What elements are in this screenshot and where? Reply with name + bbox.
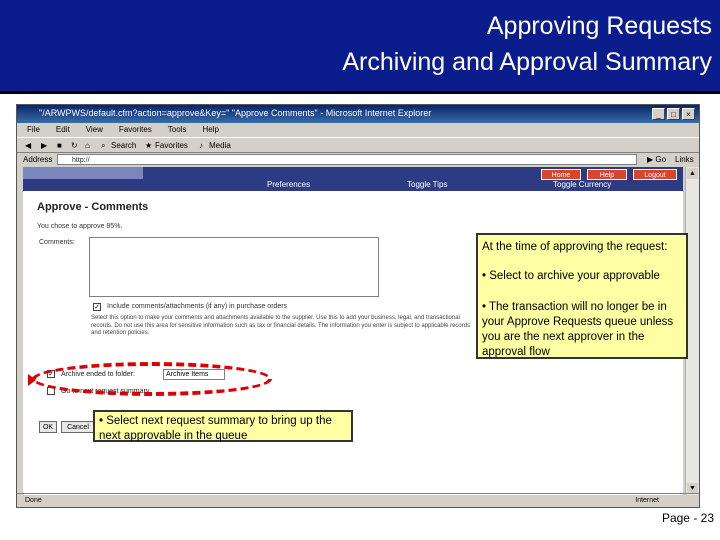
home-button[interactable]: Home <box>541 169 581 180</box>
comments-label: Comments: <box>39 239 75 246</box>
comments-textarea[interactable] <box>89 237 379 297</box>
include-comments-checkbox[interactable]: ✓ <box>93 303 101 311</box>
address-input[interactable]: http:// <box>57 154 637 165</box>
favorites-icon[interactable]: ★ <box>145 138 152 154</box>
menu-edit[interactable]: Edit <box>56 123 70 137</box>
menu-tools[interactable]: Tools <box>168 123 187 137</box>
address-bar: Address http:// ▶ Go Links <box>17 153 699 167</box>
next-summary-callout-text: • Select next request summary to bring u… <box>99 415 332 442</box>
app-nav-bar: Preferences Toggle Tips Toggle Currency … <box>23 167 683 191</box>
search-icon[interactable]: ⌕ <box>101 138 105 154</box>
cancel-button[interactable]: Cancel <box>61 421 95 433</box>
refresh-icon[interactable]: ↻ <box>71 138 78 154</box>
archive-callout: At the time of approving the request: • … <box>476 233 688 359</box>
go-button[interactable]: ▶ Go <box>647 153 666 167</box>
slide-title: Approving Requests <box>486 12 712 40</box>
include-comments-label: Include comments/attachments (if any) in… <box>107 303 288 310</box>
media-button[interactable]: Media <box>209 138 231 154</box>
logout-button[interactable]: Logout <box>633 169 677 180</box>
highlight-arrow-icon <box>28 374 36 386</box>
scroll-up-icon[interactable]: ▲ <box>687 168 698 179</box>
page-number: Page - 23 <box>661 511 714 525</box>
stop-icon[interactable]: ■ <box>57 138 62 154</box>
maximize-icon[interactable]: □ <box>667 108 680 120</box>
ok-button[interactable]: OK <box>39 421 57 433</box>
browser-toolbar: ◀ ▶ ■ ↻ ⌂ ⌕ Search ★ Favorites ♪ Media <box>17 137 699 153</box>
archive-callout-intro: At the time of approving the request: <box>482 241 668 253</box>
slide-header: Approving Requests Archiving and Approva… <box>0 0 720 94</box>
app-logo-area <box>23 167 143 179</box>
minimize-icon[interactable]: _ <box>652 108 665 120</box>
address-label: Address <box>23 155 53 164</box>
next-summary-callout: • Select next request summary to bring u… <box>93 410 353 442</box>
status-bar: Done Internet <box>17 493 699 507</box>
favorites-button[interactable]: Favorites <box>155 138 188 154</box>
media-icon[interactable]: ♪ <box>199 138 203 154</box>
close-icon[interactable]: × <box>682 108 695 120</box>
nav-preferences[interactable]: Preferences <box>267 179 310 191</box>
status-text: Done <box>25 497 42 504</box>
include-fine-print: Select this option to make your comments… <box>91 315 471 336</box>
slide-subtitle: Archiving and Approval Summary <box>342 48 712 76</box>
approve-intro: You chose to approve 85%. <box>37 223 123 230</box>
nav-toggle-tips[interactable]: Toggle Tips <box>407 179 447 191</box>
highlight-ring <box>32 362 272 396</box>
menu-favorites[interactable]: Favorites <box>119 123 152 137</box>
menu-file[interactable]: File <box>27 123 40 137</box>
archive-callout-note: • The transaction will no longer be in y… <box>482 301 674 358</box>
status-zone: Internet <box>635 497 659 504</box>
menu-help[interactable]: Help <box>202 123 218 137</box>
search-button[interactable]: Search <box>111 138 136 154</box>
page-title: Approve - Comments <box>37 201 149 213</box>
menu-view[interactable]: View <box>86 123 103 137</box>
back-icon[interactable]: ◀ <box>25 138 31 154</box>
help-button[interactable]: Help <box>587 169 627 180</box>
forward-icon[interactable]: ▶ <box>41 138 47 154</box>
menu-bar: File Edit View Favorites Tools Help <box>17 123 699 137</box>
browser-title: "/ARWPWS/default.cfm?action=approve&Key=… <box>39 108 432 118</box>
archive-callout-bullet: • Select to archive your approvable <box>482 270 660 282</box>
links-button[interactable]: Links <box>675 153 694 167</box>
browser-title-bar: "/ARWPWS/default.cfm?action=approve&Key=… <box>17 105 699 123</box>
home-icon[interactable]: ⌂ <box>85 138 90 154</box>
